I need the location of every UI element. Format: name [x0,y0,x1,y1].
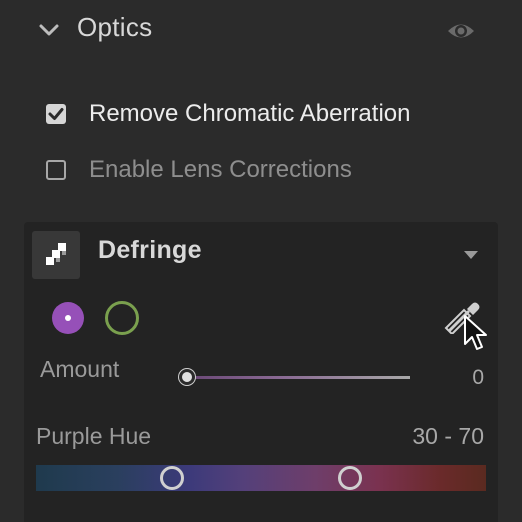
purple-hue-label: Purple Hue [36,423,152,449]
defringe-panel: Defringe Amount 0 Purple Hue 30 - 70 [24,222,498,522]
chevron-down-icon[interactable] [38,22,60,38]
optics-panel: Optics Remove Chromatic Aberration Enabl… [0,0,522,522]
checkbox-label: Remove Chromatic Aberration [89,100,411,127]
checkbox-checked[interactable] [46,104,66,124]
checkmark-icon [48,108,64,120]
amount-label: Amount [40,356,120,382]
defringe-icon [32,231,80,279]
section-title: Optics [77,12,153,42]
purple-hue-value[interactable]: 30 - 70 [364,423,484,450]
checkbox-unchecked[interactable] [46,160,66,180]
purple-hue-high-thumb[interactable] [338,466,362,490]
green-fringe-swatch[interactable] [105,301,139,335]
remove-chromatic-aberration-checkbox[interactable]: Remove Chromatic Aberration [44,100,464,130]
enable-lens-corrections-checkbox[interactable]: Enable Lens Corrections [44,156,404,186]
selected-dot [65,315,71,321]
cursor-icon [464,315,487,350]
purple-fringe-swatch[interactable] [52,302,84,334]
amount-slider-thumb[interactable] [179,369,195,385]
purple-hue-range-bar[interactable] [36,465,486,491]
eye-icon[interactable] [446,19,476,43]
panel-title: Defringe [98,236,202,264]
purple-hue-low-thumb[interactable] [160,466,184,490]
checkbox-label: Enable Lens Corrections [89,156,352,183]
amount-value[interactable]: 0 [454,366,484,390]
optics-section-header[interactable]: Optics [0,0,522,62]
triangle-down-icon[interactable] [464,251,478,259]
amount-slider-track[interactable] [194,376,410,379]
